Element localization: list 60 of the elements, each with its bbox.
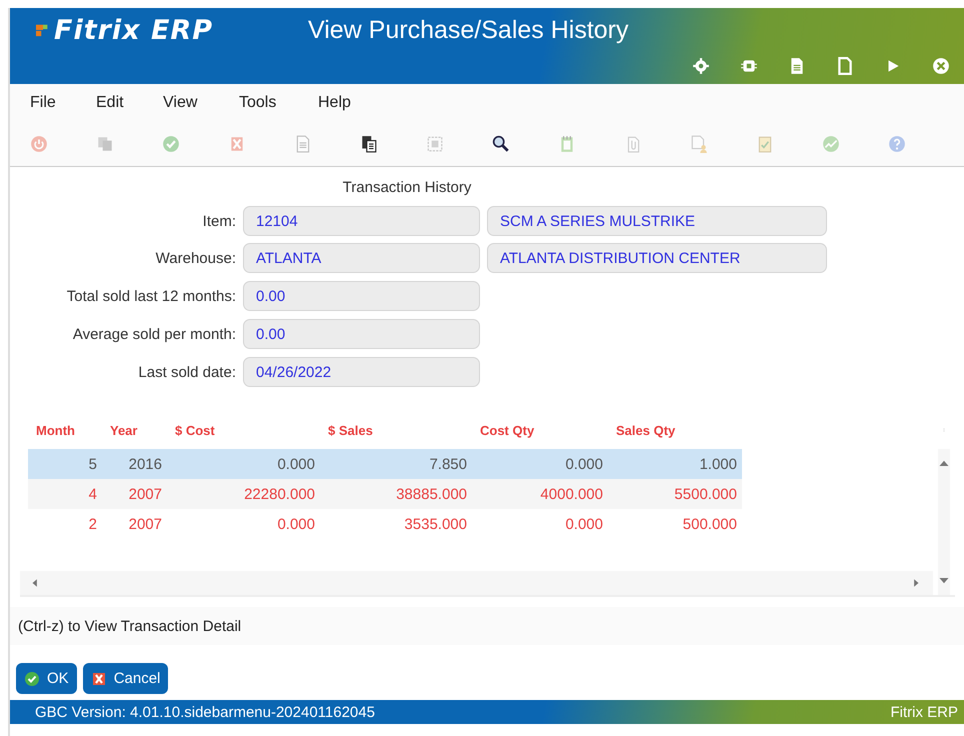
paste-icon[interactable] xyxy=(360,135,378,153)
hint-text: (Ctrl-z) to View Transaction Detail xyxy=(18,618,242,634)
field-label: Last sold date: xyxy=(137,364,236,380)
input-field[interactable]: 04/26/2022 xyxy=(243,357,480,387)
column-header[interactable]: $ Cost xyxy=(167,422,320,438)
table-cell-text: 0.000 xyxy=(276,456,316,472)
column-header[interactable]: Month xyxy=(28,422,102,438)
table-cell-text: 2016 xyxy=(128,456,163,472)
description-field[interactable]: SCM A SERIES MULSTRIKE xyxy=(487,206,827,236)
table-cell-text: 4 xyxy=(88,486,98,502)
field-label: Item: xyxy=(202,212,236,230)
page-icon[interactable] xyxy=(836,57,854,75)
cancel-button[interactable]: Cancel xyxy=(82,663,168,694)
table-cell-text: 3535.000 xyxy=(403,516,468,532)
column-header[interactable]: Year xyxy=(102,422,167,438)
cancel-icon xyxy=(90,670,107,686)
input-field[interactable]: 0.00 xyxy=(243,281,480,311)
table-cell-text: 7.850 xyxy=(428,456,468,472)
menu-item[interactable]: View xyxy=(163,94,239,112)
app-name: Fitrix ERP xyxy=(890,704,958,720)
input-field[interactable]: 0.00 xyxy=(243,319,480,349)
form-title: Transaction History xyxy=(342,179,472,198)
table-cell-text: 22280.000 xyxy=(243,486,316,502)
menu-item[interactable]: Edit xyxy=(96,94,163,112)
table-cell-text: 1.000 xyxy=(698,456,738,472)
field-label: Average sold per month: xyxy=(72,326,236,342)
table-cell-text: 4000.000 xyxy=(539,486,604,502)
zoom-icon[interactable] xyxy=(492,135,510,153)
check-icon xyxy=(24,670,40,686)
app-logo: Fitrix ERP xyxy=(54,14,214,46)
description-field[interactable]: ATLANTA DISTRIBUTION CENTER xyxy=(487,243,827,273)
table-row[interactable]: 2 2007 0.000 3535.000 0.000 500.000 xyxy=(28,509,742,539)
table-cell-text: 500.000 xyxy=(682,516,738,532)
version-text: GBC Version: 4.01.10.sidebarmenu-202401162045 xyxy=(35,704,375,720)
input-field[interactable]: ATLANTA xyxy=(243,243,480,273)
table-cell-text: 5 xyxy=(88,456,98,472)
menu-item[interactable]: Tools xyxy=(239,94,318,112)
table-cell-text: 38885.000 xyxy=(395,486,468,502)
menu-item[interactable]: File xyxy=(30,94,96,112)
ok-button[interactable]: OK xyxy=(16,663,77,694)
window-title: View Purchase/Sales History xyxy=(308,16,629,44)
field-label: Total sold last 12 months: xyxy=(66,288,236,304)
table-cell-text: 0.000 xyxy=(564,456,604,472)
column-header[interactable]: Sales Qty xyxy=(608,422,742,438)
close-icon[interactable] xyxy=(932,57,950,75)
input-field[interactable]: 12104 xyxy=(243,206,480,236)
scroll-left-icon[interactable] xyxy=(30,578,40,588)
table-row[interactable]: 5 2016 0.000 7.850 0.000 1.000 xyxy=(28,449,742,479)
table-cell-text: 5500.000 xyxy=(673,486,738,502)
field-label: Warehouse: xyxy=(154,250,236,266)
table-cell-text: 0.000 xyxy=(564,516,604,532)
table-cell-text: 2 xyxy=(88,516,98,532)
table-row[interactable]: 4 2007 22280.000 38885.000 4000.000 5500.000 xyxy=(28,479,742,509)
column-header[interactable]: $ Sales xyxy=(320,422,472,438)
table-cell-text: 2007 xyxy=(128,516,163,532)
table-cell-text: 2007 xyxy=(128,486,163,502)
settings-icon[interactable] xyxy=(692,57,710,75)
column-header[interactable]: Cost Qty xyxy=(472,422,608,438)
menu-item[interactable]: Help xyxy=(318,94,378,112)
table-cell-text: 0.000 xyxy=(276,516,316,532)
